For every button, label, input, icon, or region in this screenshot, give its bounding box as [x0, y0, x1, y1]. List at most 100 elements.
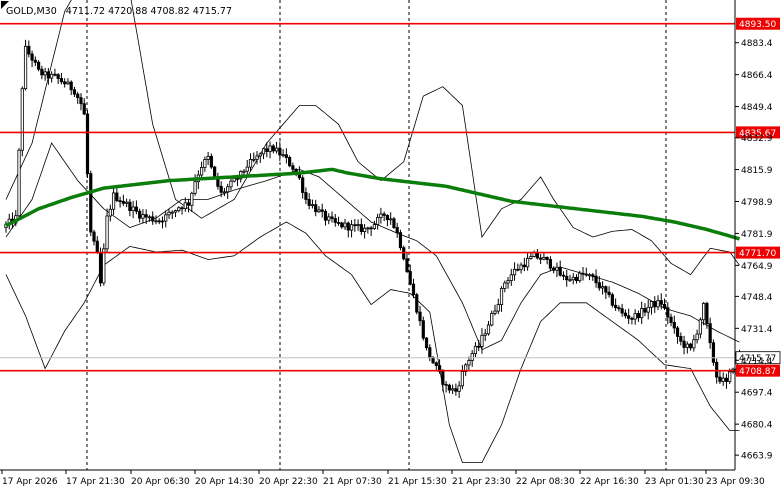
candle-body-down [56, 74, 60, 79]
candle-body-up [483, 333, 487, 336]
candle-body-down [418, 311, 422, 322]
candle-body-up [509, 274, 513, 281]
candle-body-up [343, 222, 347, 228]
candle-body-up [721, 377, 725, 382]
candle-body-down [284, 154, 288, 158]
candle-body-down [539, 257, 543, 260]
candle-body-down [219, 185, 223, 193]
y-tick-label: 4798.9 [741, 198, 773, 208]
candle-body-up [154, 220, 158, 223]
candle [23, 39, 28, 91]
candle-body-up [587, 274, 592, 277]
candle-body-up [252, 158, 256, 161]
candle-body-up [600, 286, 605, 289]
candle-body-down [558, 266, 562, 276]
candle-body-down [53, 73, 57, 76]
candle-body-down [411, 283, 416, 296]
candle-body-up [389, 218, 393, 221]
candle-body-up [503, 282, 507, 289]
y-tick-label: 4832.9 [741, 134, 773, 144]
candle-body-down [128, 201, 132, 212]
candle-body-down [346, 222, 350, 231]
candle-body-down [180, 207, 184, 210]
candle-body-up [206, 155, 210, 160]
candle-body-up [571, 276, 575, 281]
candle-body-up [20, 88, 24, 151]
candle-body-down [428, 347, 432, 358]
candle-body-up [222, 191, 227, 194]
candle-body-down [591, 274, 595, 277]
candle-body-up [190, 192, 194, 206]
candle-body-down [304, 192, 308, 200]
candle-body-down [336, 222, 341, 224]
candle-body-up [379, 213, 383, 218]
candle-body-up [203, 159, 207, 168]
candle-body-up [170, 211, 174, 214]
candle-body-down [382, 213, 386, 216]
candle [85, 110, 90, 178]
candle-body-down [59, 78, 64, 83]
candle-body-down [705, 302, 709, 325]
x-tick-label: 17 Apr 21:30 [66, 477, 125, 487]
candle-body-down [46, 71, 50, 79]
candle-body-up [193, 181, 197, 194]
candle-body-down [441, 371, 445, 385]
candle [288, 155, 292, 168]
candle-body-down [545, 256, 549, 260]
candle-body-down [522, 264, 526, 268]
candle-body-up [372, 224, 376, 229]
ohlc-values: 4711.72 4720.88 4708.82 4715.77 [66, 6, 232, 17]
candle-body-down [213, 166, 217, 178]
candle-body-down [679, 336, 683, 342]
candle-body-up [327, 216, 331, 221]
candle-body-up [467, 360, 471, 366]
candle-body-down [607, 291, 611, 296]
candle-body-up [529, 256, 533, 259]
level-label: 4708.87 [739, 367, 776, 377]
candle-body-down [144, 214, 148, 218]
candle-body-up [640, 308, 644, 319]
candle-body-up [310, 204, 315, 207]
candle-body-down [209, 155, 213, 168]
chart-header: GOLD,M30 4711.72 4720.88 4708.82 4715.77 [6, 6, 232, 17]
candle-body-up [457, 385, 461, 392]
candle-body-down [708, 323, 712, 344]
candle-body-down [552, 267, 556, 271]
candle-body-up [555, 266, 559, 271]
candle-body-down [85, 113, 90, 175]
x-tick-label: 21 Apr 15:30 [388, 477, 447, 487]
candle-body-down [63, 81, 67, 85]
candle-body-down [604, 286, 608, 293]
x-tick-label: 23 Apr 01:30 [645, 477, 704, 487]
candle-body-up [102, 248, 106, 284]
candle-body-down [92, 231, 96, 242]
candle-body-down [415, 294, 419, 313]
candle-body-up [317, 209, 321, 213]
y-tick-label: 4731.4 [741, 325, 773, 335]
candle-body-down [636, 313, 641, 319]
x-tick-label: 20 Apr 14:30 [195, 477, 254, 487]
candle [17, 148, 21, 221]
chart-window[interactable]: 4715.77 4893.50 4835.67 4771.70 4708.87 4883… [0, 0, 781, 489]
candle-body-down [265, 148, 269, 152]
x-tick-label: 22 Apr 08:30 [516, 477, 575, 487]
candle-body-down [118, 200, 122, 203]
candle-body-down [115, 192, 119, 202]
candle-body-down [584, 273, 588, 276]
y-tick-label: 4815.9 [741, 166, 773, 176]
y-tick-label: 4883.4 [741, 39, 773, 49]
price-chart[interactable]: 4715.774893.504835.674771.704708.87 4883… [0, 0, 781, 489]
candle-body-up [23, 45, 28, 90]
x-tick-label: 21 Apr 07:30 [323, 477, 382, 487]
candle-body-down [330, 216, 334, 219]
candle-body-up [376, 217, 380, 225]
candle-body-up [366, 227, 370, 230]
candle-body-down [653, 301, 657, 308]
candle-body-up [460, 371, 465, 387]
candle-body-down [76, 93, 80, 99]
candle-body-down [516, 268, 520, 271]
candle-body-up [111, 192, 116, 210]
candle-body-up [199, 167, 204, 176]
candle-body-down [138, 210, 142, 219]
candle-body-down [288, 157, 292, 167]
